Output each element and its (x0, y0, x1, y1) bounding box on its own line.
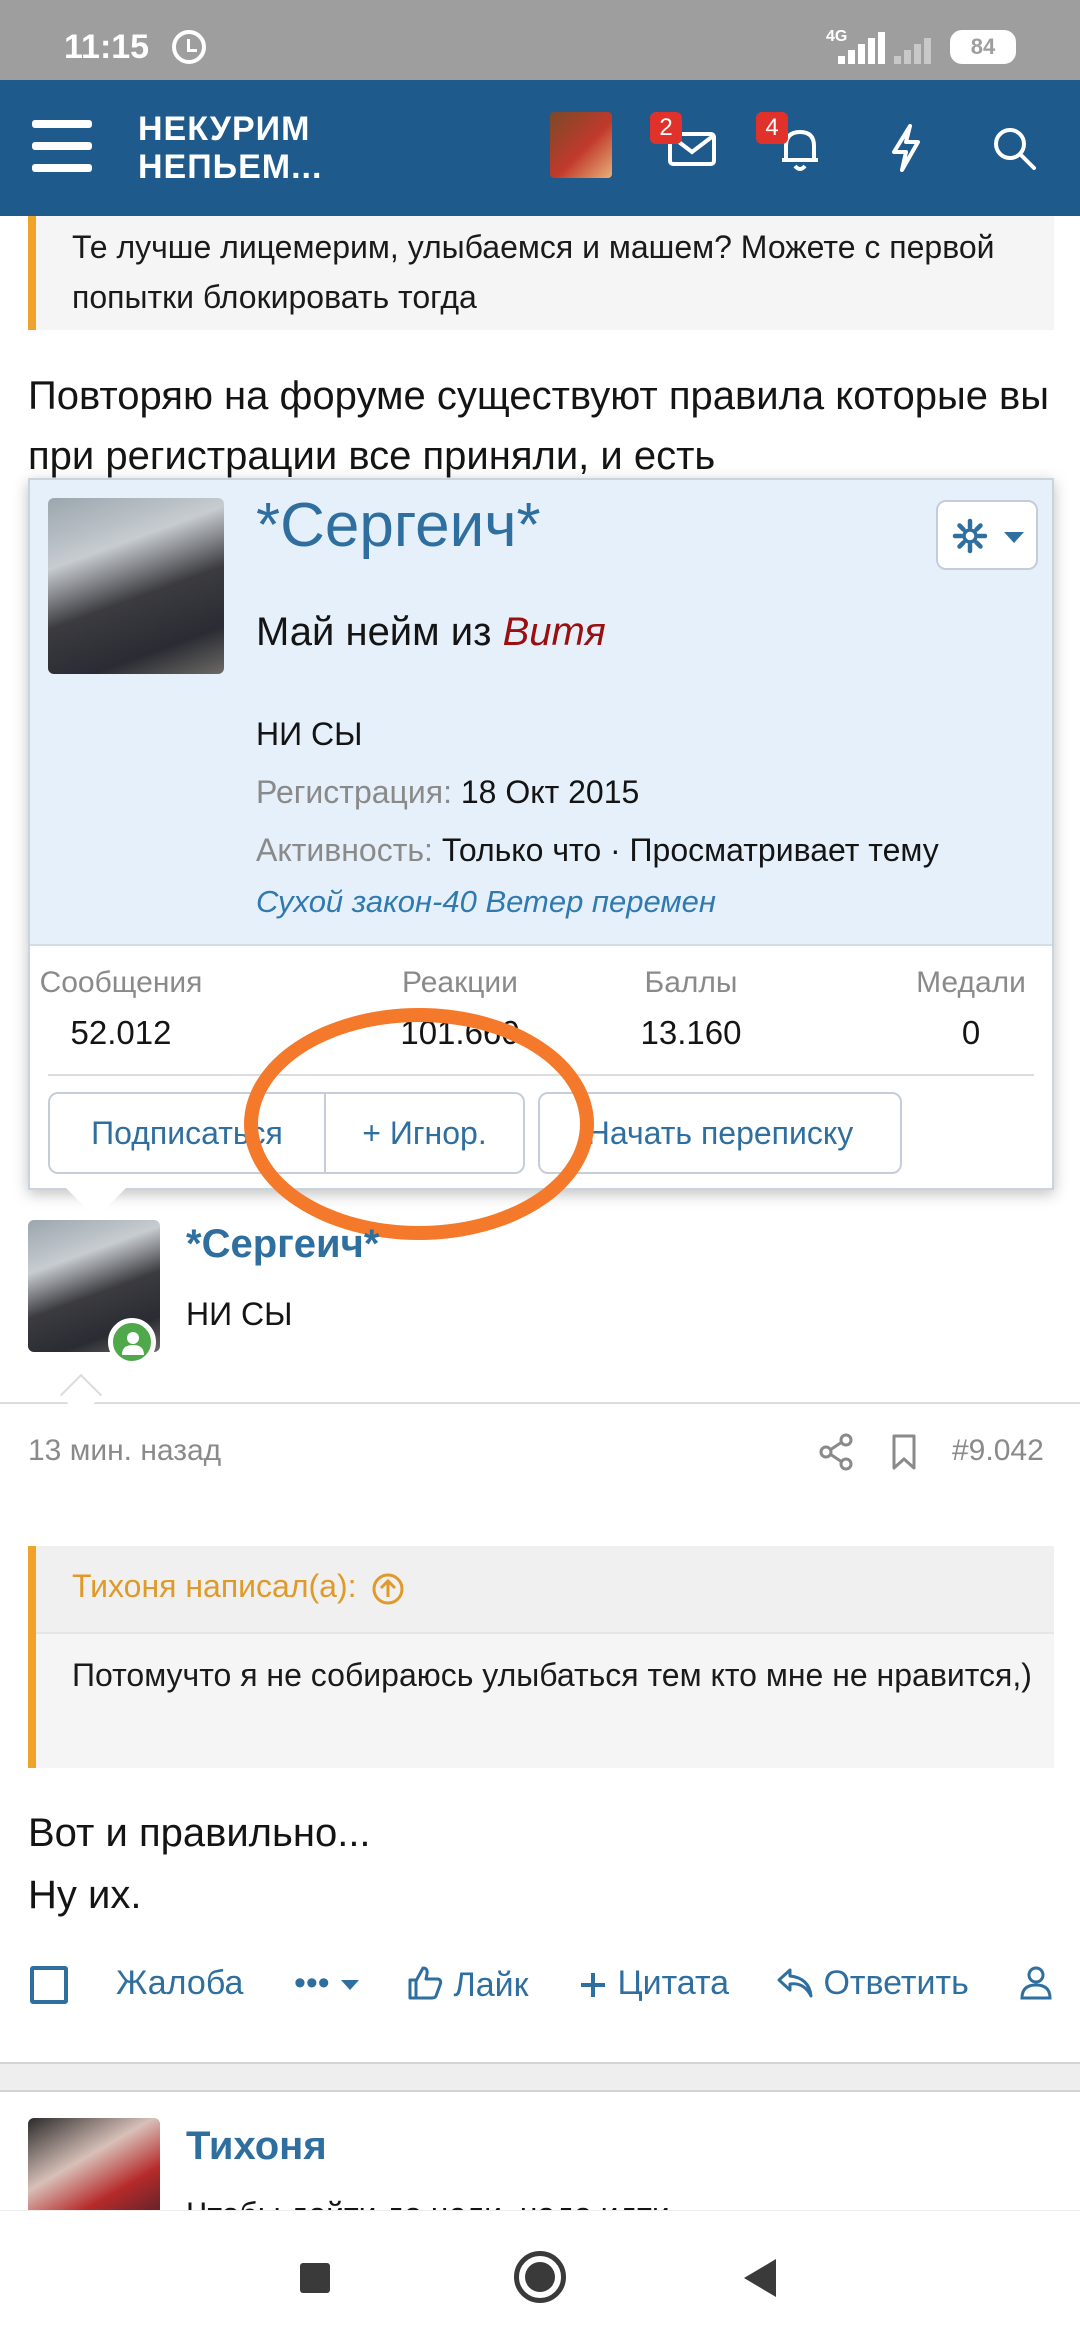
report-label: Жалоба (116, 1964, 244, 2002)
report-button[interactable]: Жалоба (116, 1964, 243, 2003)
share-icon[interactable] (816, 1432, 856, 1477)
user-menu-button[interactable] (1018, 1964, 1054, 2003)
signal-icon-secondary (894, 32, 944, 64)
logo-line2: НЕПЬЕМ... (138, 148, 323, 186)
bookmark-icon[interactable] (884, 1432, 924, 1477)
more-button[interactable]: ••• (294, 1964, 361, 2003)
messages-badge: 2 (650, 112, 682, 144)
post-actions: Жалоба ••• Лайк Цитата Ответить (0, 1956, 1080, 2026)
plus-icon (581, 1973, 605, 1997)
member-title-highlight: Витя (502, 610, 606, 654)
highlight-circle (244, 1008, 594, 1240)
post-body-line: Ну их. (28, 1873, 142, 1917)
stat-medals[interactable]: Медали 0 (896, 966, 1046, 1052)
post-body-line: Вот и правильно... (28, 1811, 371, 1855)
divider (0, 1402, 1080, 1404)
lightning-icon (892, 124, 920, 172)
alerts-badge: 4 (756, 112, 788, 144)
reply-icon (777, 1968, 813, 1998)
activity-value: Только что · Просматривает тему (441, 832, 939, 868)
member-avatar[interactable] (48, 498, 224, 674)
post-number[interactable]: #9.042 (952, 1434, 1044, 1468)
post-timestamp[interactable]: 13 мин. назад (28, 1434, 221, 1468)
arrow-up-circle-icon (372, 1573, 404, 1605)
member-settings-button[interactable] (936, 500, 1038, 570)
recent-apps-icon[interactable] (300, 2263, 330, 2293)
home-icon[interactable] (514, 2251, 566, 2303)
post-text: Повторяю на форуме существуют правила ко… (28, 374, 1050, 478)
post-body: Вот и правильно... Ну их. (28, 1802, 371, 1926)
gear-icon (952, 518, 988, 554)
post-author-name[interactable]: *Сергеич* (186, 1222, 379, 1267)
stat-label: Реакции (402, 966, 518, 999)
more-label: ••• (294, 1964, 330, 2002)
stat-label: Баллы (644, 966, 738, 999)
quote-block: Тихоня написал(а): Потомучто я не собира… (28, 1546, 1054, 1768)
quote-author: Тихоня написал(а): (72, 1568, 357, 1604)
stat-value: 13.160 (640, 1014, 742, 1051)
like-button[interactable]: Лайк (406, 1964, 529, 2005)
reply-label: Ответить (823, 1964, 969, 2002)
quote-button[interactable]: Цитата (578, 1964, 729, 2003)
quote-header[interactable]: Тихоня написал(а): (36, 1546, 1054, 1634)
quote-text: Потомучто я не собираюсь улыбаться тем к… (72, 1657, 1032, 1693)
quote-text: Те лучше лицемерим, улыбаемся и машем? М… (72, 229, 995, 315)
activity-label: Активность: (256, 832, 433, 868)
member-title: Май нейм из Витя (256, 610, 606, 655)
post-notch (59, 1373, 103, 1417)
menu-icon[interactable] (32, 120, 92, 172)
registration-date: 18 Окт 2015 (460, 774, 640, 810)
member-name[interactable]: *Сергеич* (256, 490, 541, 561)
chevron-down-icon (341, 1980, 360, 1990)
quote-block: Те лучше лицемерим, улыбаемся и машем? М… (28, 216, 1054, 330)
next-post-author[interactable]: Тихоня (186, 2124, 327, 2169)
member-activity: Активность: Только что · Просматривает т… (256, 832, 939, 869)
activity-thread-link[interactable]: Сухой закон-40 Ветер перемен (256, 884, 716, 920)
whats-new-button[interactable] (868, 110, 948, 190)
thumbs-up-icon (408, 1966, 443, 2000)
alarm-icon (172, 30, 206, 64)
online-status-icon (108, 1318, 156, 1366)
status-bar: 11:15 4G 84 (0, 0, 1080, 80)
quote-label: Цитата (617, 1964, 730, 2002)
post-separator (0, 2062, 1080, 2092)
status-time: 11:15 (64, 28, 150, 66)
stat-points[interactable]: Баллы 13.160 (606, 966, 776, 1052)
forum-header: НЕКУРИМ НЕПЬЕМ... 2 4 (0, 80, 1080, 216)
stat-label: Медали (916, 966, 1026, 999)
member-card-header: *Сергеич* Май нейм из Витя НИ СЫ Регистр… (30, 480, 1052, 946)
member-registration: Регистрация: 18 Окт 2015 (256, 774, 639, 811)
user-avatar[interactable] (550, 112, 612, 178)
post-author-status: НИ СЫ (186, 1296, 293, 1332)
chevron-down-icon (1004, 532, 1024, 543)
select-checkbox[interactable] (30, 1966, 68, 2004)
back-icon[interactable] (744, 2259, 776, 2297)
stat-label: Сообщения (39, 966, 203, 999)
member-status: НИ СЫ (256, 716, 363, 752)
like-label: Лайк (453, 1966, 529, 2004)
battery-icon: 84 (950, 30, 1016, 64)
stat-value: 0 (961, 1014, 981, 1051)
signal-icon (838, 32, 888, 64)
system-nav-bar (0, 2210, 1080, 2340)
reply-button[interactable]: Ответить (776, 1964, 969, 2003)
user-icon (1020, 1966, 1052, 2000)
member-title-prefix: Май нейм из (256, 610, 492, 654)
stat-messages[interactable]: Сообщения 52.012 (36, 966, 206, 1052)
search-icon (994, 128, 1036, 170)
logo-line1: НЕКУРИМ (138, 110, 311, 148)
site-logo[interactable]: НЕКУРИМ НЕПЬЕМ... (138, 110, 322, 186)
tooltip-pointer (66, 1188, 126, 1218)
stat-value: 52.012 (70, 1014, 172, 1051)
search-button[interactable] (976, 110, 1056, 190)
registration-label: Регистрация: (256, 774, 452, 810)
